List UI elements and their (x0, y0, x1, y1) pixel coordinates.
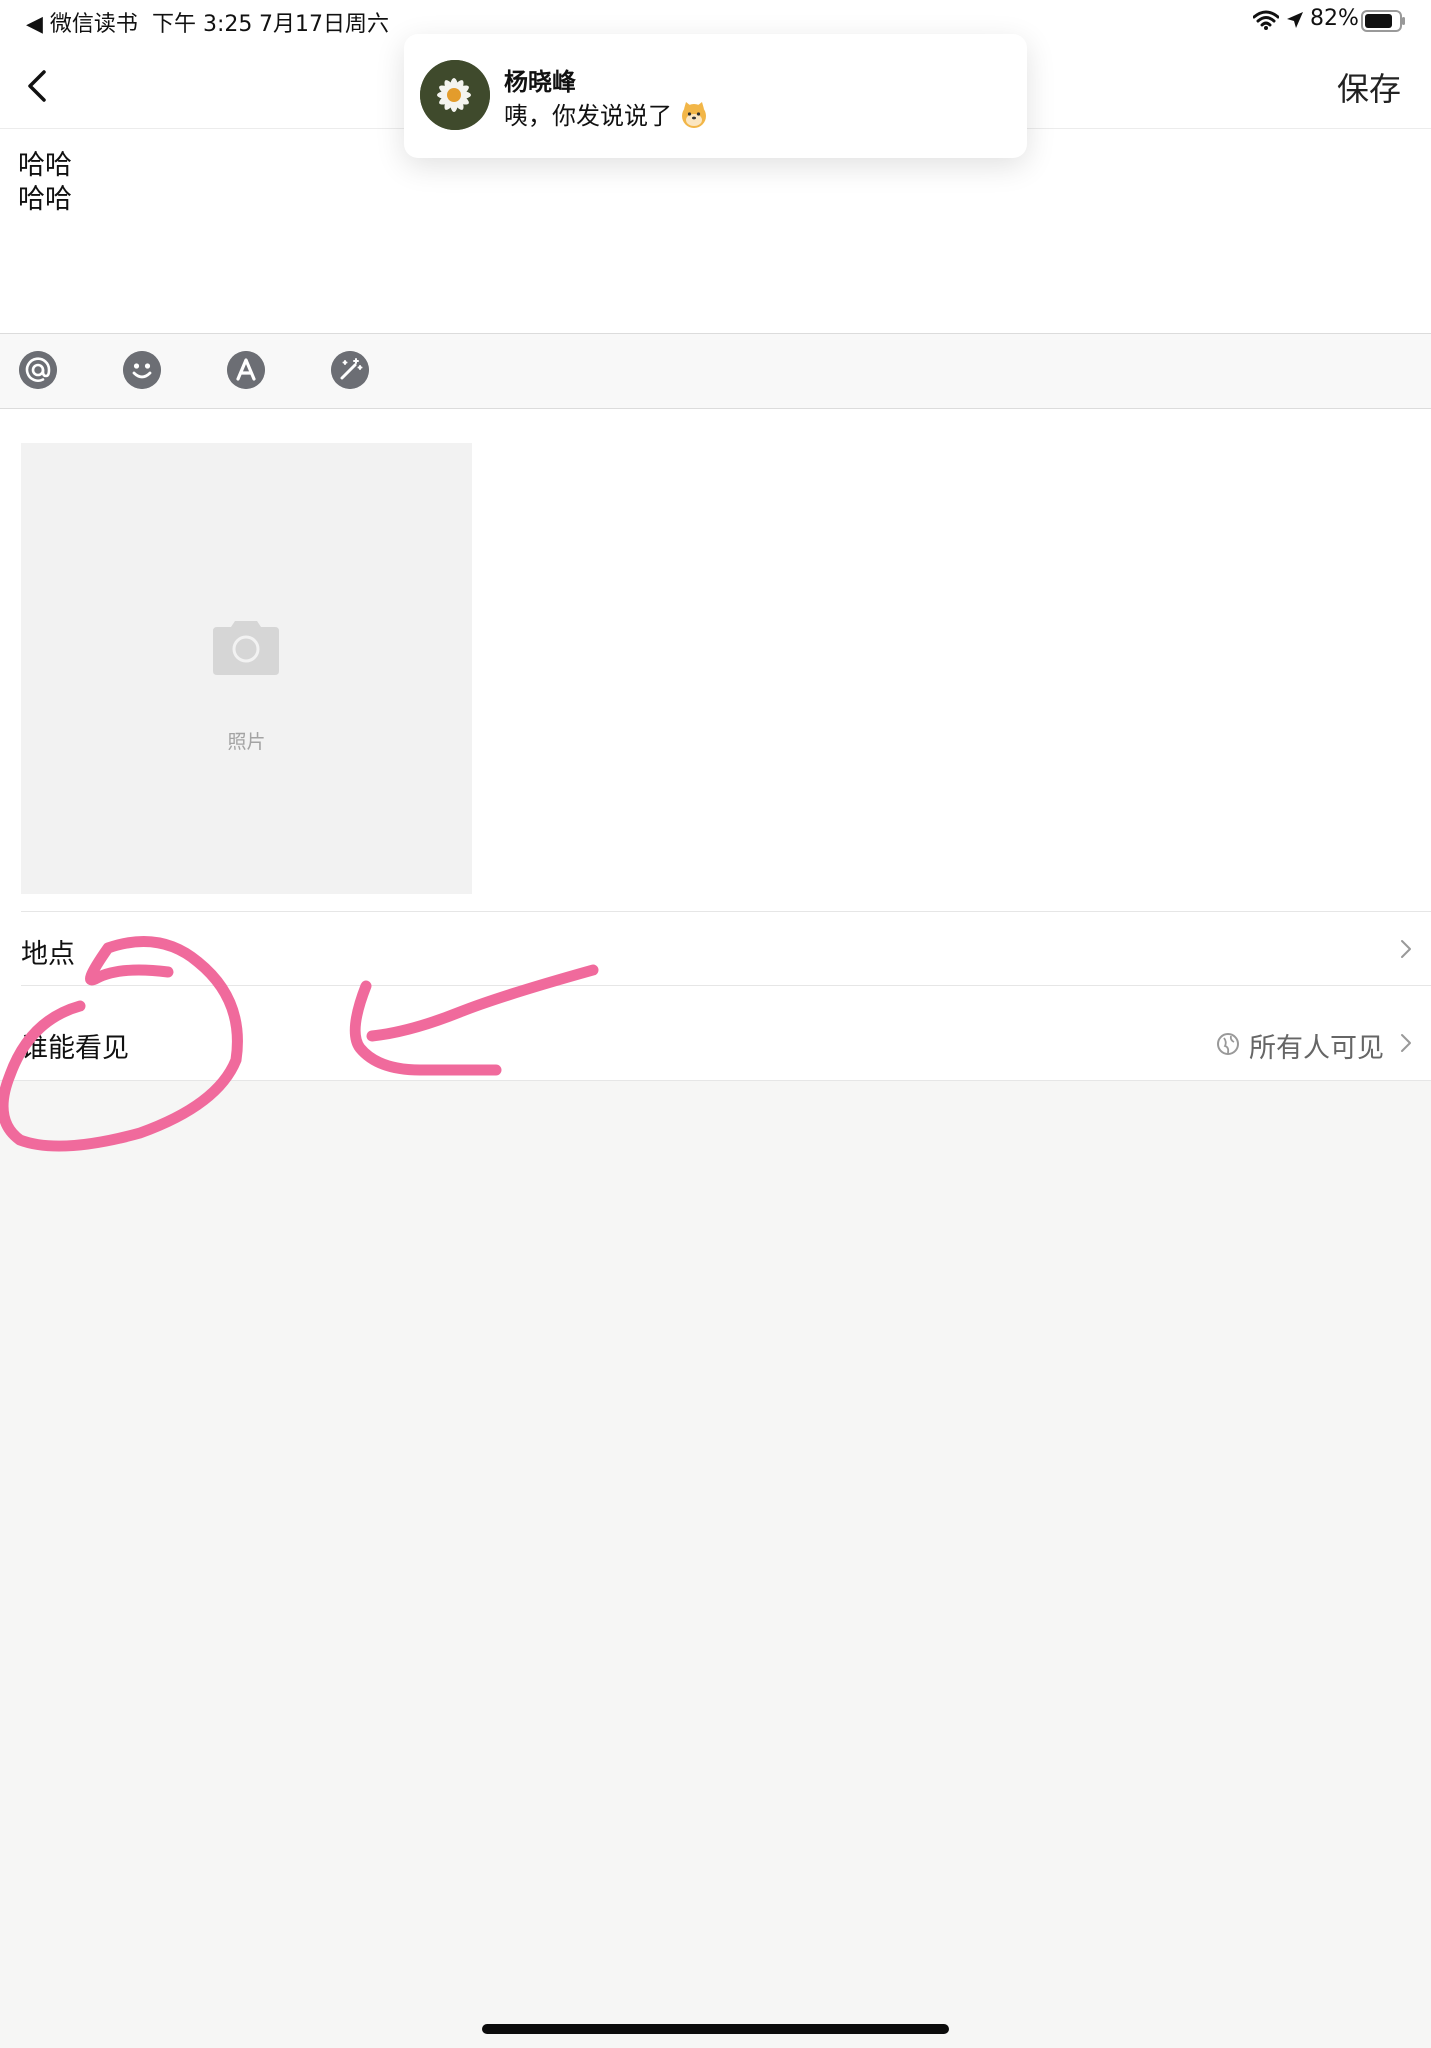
post-text-area[interactable]: 哈哈 哈哈 (0, 129, 1431, 334)
status-date: 7月17日周六 (259, 12, 389, 37)
location-row[interactable]: 地点 (0, 912, 1431, 986)
globe-icon (1217, 1033, 1239, 1055)
home-indicator[interactable] (482, 2024, 949, 2034)
magic-wand-icon[interactable] (331, 351, 369, 389)
back-to-app-link[interactable]: ◀ 微信读书 (26, 6, 138, 38)
font-icon[interactable] (227, 351, 265, 389)
battery-percent: 82% (1310, 6, 1359, 31)
wifi-icon (1253, 10, 1279, 30)
divider (0, 1080, 1431, 1081)
location-arrow-icon (1287, 12, 1303, 28)
push-notification[interactable]: 杨晓峰 咦，你发说说了 (404, 34, 1027, 158)
avatar (420, 60, 490, 130)
visibility-value: 所有人可见 (1249, 1033, 1384, 1064)
at-icon[interactable] (19, 351, 57, 389)
post-text-line: 哈哈 (18, 184, 72, 215)
notification-message-text: 咦，你发说说了 (504, 102, 672, 130)
add-photo-button[interactable]: 照片 (21, 443, 472, 894)
notification-sender: 杨晓峰 (504, 68, 576, 96)
battery-icon (1361, 10, 1405, 32)
daisy-avatar-icon (420, 60, 490, 130)
back-chevron-icon[interactable] (24, 66, 52, 106)
shiba-emoji-icon (681, 102, 706, 128)
divider (21, 985, 1431, 986)
status-time: 下午 3:25 (152, 12, 253, 37)
save-button[interactable]: 保存 (1337, 64, 1401, 110)
chevron-right-icon (1401, 1034, 1411, 1052)
camera-icon (213, 621, 279, 675)
chevron-right-icon (1401, 940, 1411, 958)
emoji-icon[interactable] (123, 351, 161, 389)
notification-message: 咦，你发说说了 (504, 96, 708, 131)
location-label: 地点 (21, 939, 75, 970)
visibility-label: 谁能看见 (21, 1033, 129, 1064)
photo-label: 照片 (227, 731, 266, 753)
editor-toolbar (0, 334, 1431, 409)
visibility-row[interactable]: 谁能看见 所有人可见 (0, 1006, 1431, 1080)
